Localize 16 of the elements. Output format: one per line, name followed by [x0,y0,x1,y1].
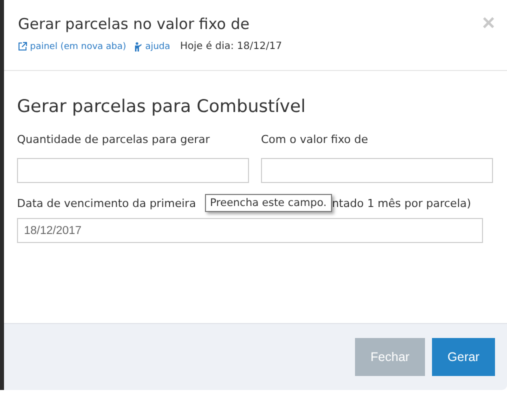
field-label: Data de vencimento da primeira [17,197,196,210]
field-label: Quantidade de parcelas para gerar [17,133,211,146]
figure-icon [134,42,142,52]
generate-button[interactable]: Gerar [432,338,495,376]
field-label: ntado 1 mês por parcela) [332,197,472,210]
form-heading: Gerar parcelas para Combustível [17,97,307,117]
field-label: Com o valor fixo de [261,133,369,146]
external-link-icon [18,42,27,51]
quantity-field[interactable] [17,158,249,183]
today-date: Hoje é dia: 18/12/17 [180,41,282,52]
due-date-field[interactable]: 18/12/2017 [17,218,483,243]
header-link[interactable]: ajuda [134,42,170,52]
modal-title: Gerar parcelas no valor fixo de [18,15,250,33]
tooltip: Preencha este campo. [205,194,332,212]
header-link[interactable]: painel (em nova aba) [18,42,126,52]
value-field[interactable] [261,158,493,183]
